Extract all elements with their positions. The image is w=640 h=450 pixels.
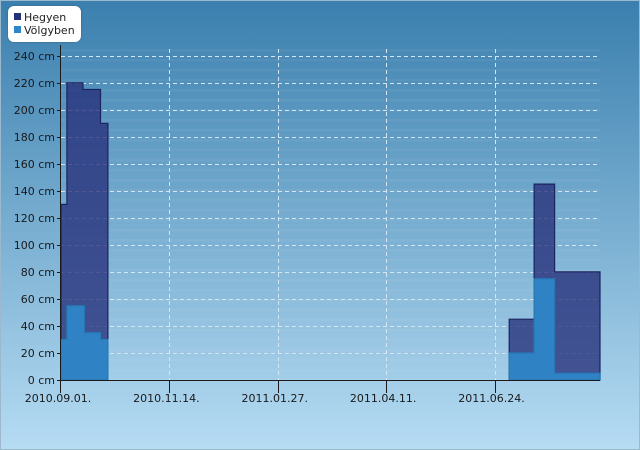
plot-band <box>61 169 600 172</box>
legend-label-hegyen: Hegyen <box>24 11 67 24</box>
plot-band <box>61 179 600 182</box>
x-tick-label: 2011.04.11. <box>350 392 416 405</box>
plot-band <box>61 129 600 132</box>
plot-band <box>61 119 600 122</box>
plot-band <box>61 279 600 282</box>
plot-band <box>61 139 600 142</box>
plot-band <box>61 69 600 72</box>
plot-band <box>61 239 600 242</box>
legend-label-volgyben: Völgyben <box>24 24 75 37</box>
y-tick-label: 180 cm <box>14 131 55 144</box>
x-tick-label: 2011.06.24. <box>458 392 524 405</box>
plot-band <box>61 49 600 52</box>
plot-band <box>61 289 600 292</box>
plot-band <box>61 59 600 62</box>
legend-swatch-hegyen <box>14 13 21 20</box>
plot-band <box>61 89 600 92</box>
plot-band <box>61 259 600 262</box>
y-tick-label: 0 cm <box>28 374 55 387</box>
legend: Hegyen Völgyben <box>8 6 81 42</box>
plot-band <box>61 229 600 232</box>
y-tick-label: 20 cm <box>21 347 55 360</box>
plot-band <box>61 309 600 312</box>
y-tick-label: 160 cm <box>14 158 55 171</box>
plot-band <box>61 159 600 162</box>
legend-item-hegyen: Hegyen <box>14 11 66 24</box>
chart-container: 0 cm 20 cm 40 cm 60 cm 80 cm 100 cm 120 cm 140 … <box>0 0 640 450</box>
plot-band <box>61 79 600 82</box>
y-tick-label: 100 cm <box>14 239 55 252</box>
plot-band <box>61 199 600 202</box>
y-tick-label: 140 cm <box>14 185 55 198</box>
plot-band <box>61 99 600 102</box>
x-tick-label: 2011.01.27. <box>242 392 308 405</box>
y-tick-label: 80 cm <box>21 266 55 279</box>
plot-band <box>61 219 600 222</box>
y-tick-label: 240 cm <box>14 50 55 63</box>
y-tick-label: 40 cm <box>21 320 55 333</box>
plot-band <box>61 269 600 272</box>
plot-band <box>61 249 600 252</box>
plot-band <box>61 149 600 152</box>
x-tick-label: 2010.09.01. <box>25 392 91 405</box>
plot-band <box>61 209 600 212</box>
legend-item-volgyben: Völgyben <box>14 24 75 37</box>
x-tick-label: 2010.11.14. <box>133 392 199 405</box>
legend-swatch-volgyben <box>14 26 21 33</box>
y-tick-label: 200 cm <box>14 104 55 117</box>
chart-svg: 0 cm 20 cm 40 cm 60 cm 80 cm 100 cm 120 cm 140 … <box>0 0 640 450</box>
y-tick-label: 120 cm <box>14 212 55 225</box>
y-tick-label: 60 cm <box>21 293 55 306</box>
y-tick-label: 220 cm <box>14 77 55 90</box>
